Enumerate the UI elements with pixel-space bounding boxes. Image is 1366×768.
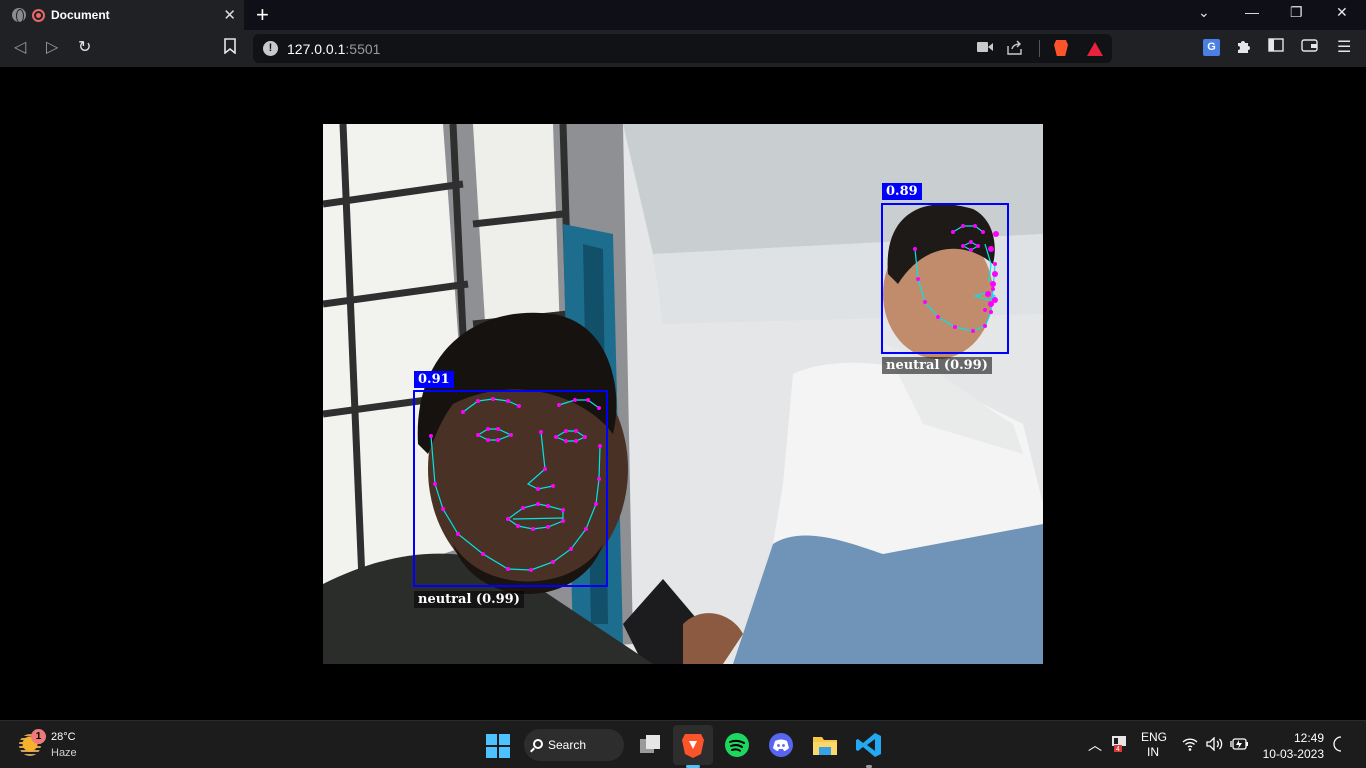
site-info-icon[interactable]: ! <box>263 41 278 56</box>
brave-rewards-icon[interactable] <box>1087 42 1103 56</box>
camera-in-use-icon[interactable] <box>977 40 993 56</box>
camera-frame <box>323 124 1043 664</box>
tab-title: Document <box>51 8 110 22</box>
search-label: Search <box>548 738 587 752</box>
taskbar-search-button[interactable]: Search <box>524 729 624 761</box>
weather-temperature: 28°C <box>51 731 76 743</box>
reload-icon[interactable]: ↻ <box>78 38 91 58</box>
recording-icon <box>32 8 45 22</box>
translate-extension-icon[interactable]: G <box>1203 39 1220 56</box>
bookmark-icon[interactable] <box>224 38 236 60</box>
app-tray-icon[interactable]: 4 <box>1111 735 1127 753</box>
restore-button[interactable]: ❐ <box>1290 4 1303 21</box>
start-button[interactable] <box>486 734 510 758</box>
brave-shields-icon[interactable] <box>1054 40 1068 56</box>
tab-search-chevron-icon[interactable]: ⌄ <box>1198 4 1210 21</box>
close-window-button[interactable]: ✕ <box>1336 4 1348 21</box>
forward-icon[interactable]: ▷ <box>46 38 58 58</box>
clock-time: 12:49 <box>1293 731 1324 745</box>
back-icon[interactable]: ◁ <box>14 38 26 58</box>
clock[interactable]: 12:49 10-03-2023 <box>1258 730 1324 762</box>
sidebar-icon[interactable] <box>1268 38 1284 58</box>
detection-score-label: 0.89 <box>882 183 922 200</box>
share-icon[interactable] <box>1007 40 1023 58</box>
discord-icon[interactable] <box>767 731 795 759</box>
page-content: 0.91 neutral (0.99) 0.89 neutral (0.99) <box>0 67 1366 720</box>
focus-moon-icon[interactable] <box>1332 736 1346 752</box>
file-explorer-icon[interactable] <box>811 731 839 759</box>
browser-toolbar: ◁ ▷ ↻ ! 127.0.0.1:5501 G ☰ <box>0 30 1366 67</box>
new-tab-button[interactable]: + <box>256 2 269 28</box>
weather-badge: 1 <box>31 729 46 744</box>
menu-icon[interactable]: ☰ <box>1337 38 1351 58</box>
language-indicator[interactable]: ENG IN <box>1141 730 1167 760</box>
emotion-label: neutral (0.99) <box>882 357 992 374</box>
wifi-icon[interactable] <box>1182 737 1198 751</box>
address-bar[interactable]: ! 127.0.0.1:5501 <box>253 34 1112 63</box>
battery-icon[interactable] <box>1230 738 1248 750</box>
task-view-icon[interactable] <box>636 731 664 759</box>
tab-document[interactable]: Document ✕ <box>0 0 244 30</box>
camera-feed: 0.91 neutral (0.99) 0.89 neutral (0.99) <box>323 124 1043 664</box>
url-text: 127.0.0.1:5501 <box>287 41 381 57</box>
weather-description: Haze <box>51 747 77 759</box>
emotion-label: neutral (0.99) <box>414 591 524 608</box>
minimize-button[interactable]: — <box>1245 4 1259 20</box>
detection-score-label: 0.91 <box>414 371 454 388</box>
extensions-icon[interactable] <box>1236 38 1252 60</box>
tab-strip: Document ✕ + ⌄ — ❐ ✕ <box>0 0 1366 30</box>
spotify-icon[interactable] <box>723 731 751 759</box>
wallet-icon[interactable] <box>1301 38 1318 58</box>
vscode-icon[interactable] <box>855 731 883 759</box>
search-icon <box>533 739 543 749</box>
brave-browser-icon <box>682 734 704 758</box>
taskbar: 1 28°C Haze Search ︿ 4 ENG IN 12:49 10-0… <box>0 720 1366 768</box>
clock-date: 10-03-2023 <box>1262 747 1324 761</box>
taskbar-brave-button[interactable] <box>673 725 713 765</box>
volume-icon[interactable] <box>1206 737 1224 751</box>
show-hidden-icons-chevron-icon[interactable]: ︿ <box>1088 735 1102 755</box>
tab-close-button[interactable]: ✕ <box>223 6 236 24</box>
windows-logo-icon <box>486 734 497 745</box>
svg-text:4: 4 <box>1116 746 1120 753</box>
globe-icon <box>12 8 26 23</box>
divider <box>1039 40 1040 57</box>
